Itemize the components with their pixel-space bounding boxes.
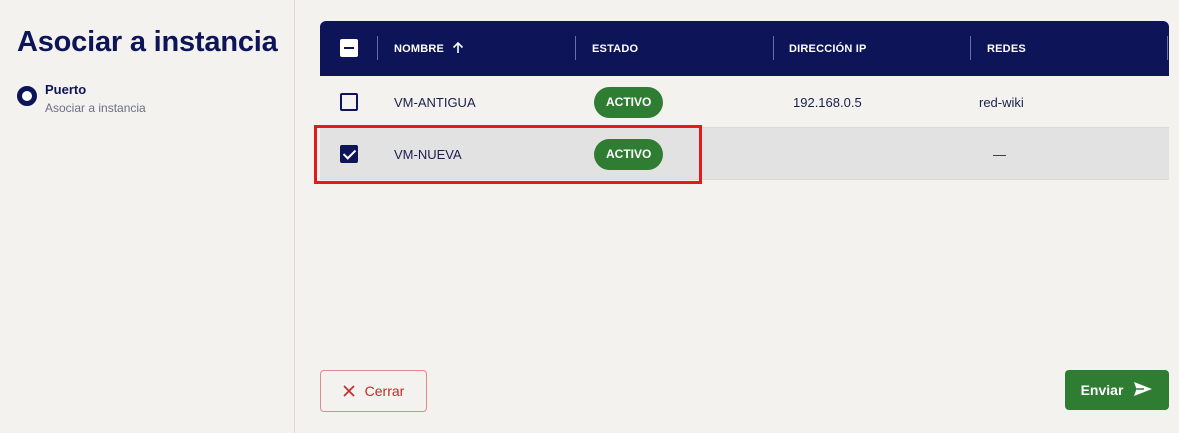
row-checkbox[interactable]	[340, 145, 358, 163]
status-badge: ACTIVO	[594, 86, 664, 118]
step-subtitle: Asociar a instancia	[45, 101, 146, 115]
send-icon	[1123, 381, 1153, 400]
table-row[interactable]: VM-NUEVA ACTIVO —	[320, 128, 1169, 180]
column-label: ESTADO	[592, 42, 639, 55]
column-header-estado[interactable]: ESTADO	[592, 21, 638, 76]
table-header: NOMBRE ESTADO DIRECCIÓN IP REDES	[320, 21, 1169, 76]
row-checkbox[interactable]	[340, 93, 358, 111]
dialog: Asociar a instancia Puerto Asociar a ins…	[0, 0, 1179, 433]
step-indicator-icon	[17, 86, 37, 106]
status-badge: ACTIVO	[594, 138, 664, 170]
close-button[interactable]: Cerrar	[320, 370, 427, 412]
step-text: Puerto Asociar a instancia	[45, 82, 146, 116]
select-all-checkbox[interactable]	[340, 39, 358, 57]
cell-status: ACTIVO	[594, 128, 664, 180]
instances-table: NOMBRE ESTADO DIRECCIÓN IP REDES VM-ANTI…	[320, 21, 1169, 180]
cell-networks: red-wiki	[979, 94, 1024, 110]
step-title: Puerto	[45, 82, 87, 97]
column-label: DIRECCIÓN IP	[789, 42, 867, 55]
column-divider	[575, 36, 576, 60]
column-divider	[970, 36, 971, 60]
column-header-redes[interactable]: REDES	[987, 21, 1026, 76]
wizard-sidebar: Asociar a instancia Puerto Asociar a ins…	[0, 0, 295, 433]
cell-name: VM-NUEVA	[394, 146, 462, 162]
arrow-up-icon	[452, 41, 464, 56]
column-label: NOMBRE	[394, 42, 445, 55]
send-button[interactable]: Enviar	[1065, 370, 1169, 410]
close-icon	[343, 382, 355, 400]
send-button-label: Enviar	[1080, 382, 1124, 398]
column-divider	[773, 36, 774, 60]
table-row[interactable]: VM-ANTIGUA ACTIVO 192.168.0.5 red-wiki	[320, 76, 1169, 128]
close-button-label: Cerrar	[364, 383, 405, 399]
wizard-step-puerto[interactable]: Puerto Asociar a instancia	[17, 82, 146, 116]
page-title: Asociar a instancia	[17, 26, 278, 58]
column-divider	[377, 36, 378, 60]
column-label: REDES	[987, 42, 1026, 55]
column-header-nombre[interactable]: NOMBRE	[394, 21, 464, 76]
column-header-ip[interactable]: DIRECCIÓN IP	[789, 21, 867, 76]
cell-ip: 192.168.0.5	[793, 94, 862, 110]
cell-name: VM-ANTIGUA	[394, 94, 476, 110]
cell-networks: —	[993, 146, 1006, 162]
column-divider	[1167, 36, 1168, 60]
cell-status: ACTIVO	[594, 76, 664, 128]
